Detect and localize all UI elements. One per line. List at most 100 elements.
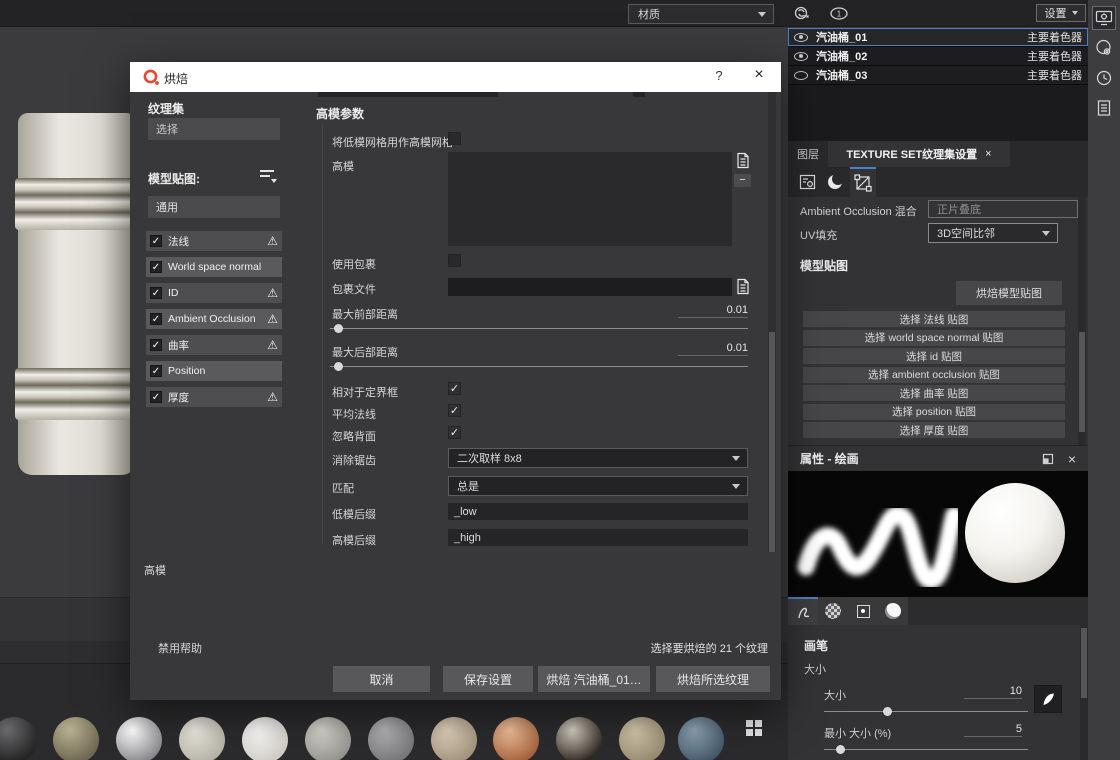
file-browse-icon[interactable] — [736, 152, 750, 169]
brush-tip-button[interactable] — [1034, 685, 1062, 713]
texture-set-row[interactable]: 汽油桶_01 主要着色器 — [788, 28, 1088, 47]
high-poly-list[interactable] — [448, 152, 732, 246]
select-map-button[interactable]: 选择 id 贴图 — [803, 348, 1065, 364]
shader-label[interactable]: 主要着色器 — [1027, 48, 1082, 64]
save-settings-button[interactable]: 保存设置 — [443, 666, 533, 692]
shader-label[interactable]: 主要着色器 — [1027, 29, 1082, 45]
material-thumbnail[interactable] — [242, 717, 288, 760]
viewport-mode-dropdown[interactable]: 材质 — [628, 4, 774, 24]
tab-close-icon[interactable]: × — [985, 148, 991, 160]
eye-visible-icon[interactable] — [794, 32, 808, 42]
material-thumbnail[interactable] — [678, 717, 724, 760]
material-thumbnail[interactable] — [619, 717, 665, 760]
ignore-backface-checkbox[interactable]: ✓ — [448, 426, 461, 439]
checkbox-checked[interactable]: ✓ — [150, 313, 162, 325]
relative-bbox-checkbox[interactable]: ✓ — [448, 382, 461, 395]
high-suffix-field[interactable]: _high — [448, 529, 748, 546]
select-map-button[interactable]: 选择 ambient occlusion 贴图 — [803, 366, 1065, 383]
bake-map-row[interactable]: ✓ World space normal — [146, 257, 282, 277]
max-rear-value[interactable]: 0.01 — [678, 342, 748, 356]
select-map-button[interactable]: 选择 position 贴图 — [803, 403, 1065, 420]
size-value[interactable]: 10 — [964, 685, 1022, 699]
bake-selected-button[interactable]: 烘焙所选纹理 — [656, 666, 770, 692]
material-thumbnail[interactable] — [305, 717, 351, 760]
shelf-grid-view-icon[interactable] — [746, 720, 764, 738]
checkbox-checked[interactable]: ✓ — [150, 391, 162, 403]
filter-sort-icon[interactable] — [258, 168, 278, 184]
uv-padding-dropdown[interactable]: 3D空间比邻 — [928, 223, 1058, 243]
checkbox-checked[interactable]: ✓ — [150, 339, 162, 351]
close-icon[interactable]: × — [748, 66, 770, 88]
material-thumbnail[interactable] — [116, 717, 162, 760]
help-icon[interactable]: ? — [710, 68, 728, 86]
checkbox-checked[interactable]: ✓ — [150, 287, 162, 299]
checkbox-checked[interactable]: ✓ — [150, 235, 162, 247]
dialog-title-bar[interactable]: 烘焙 ? × — [130, 62, 781, 92]
max-rear-slider[interactable] — [330, 362, 748, 371]
bake-map-row[interactable]: ✓ Ambient Occlusion ⚠ — [146, 309, 282, 329]
size-slider[interactable] — [824, 707, 1028, 716]
texture-set-row[interactable]: 汽油桶_03 主要着色器 — [788, 66, 1088, 85]
select-map-button[interactable]: 选择 曲率 贴图 — [803, 385, 1065, 401]
material-sphere-icon[interactable] — [822, 167, 848, 197]
bake-current-button[interactable]: 烘焙 汽油桶_01… — [538, 666, 650, 692]
select-map-button[interactable]: 选择 厚度 贴图 — [803, 422, 1065, 438]
file-browse-icon[interactable] — [736, 278, 750, 295]
model-gas-canister[interactable] — [15, 113, 139, 475]
checkbox-checked[interactable]: ✓ — [150, 365, 162, 377]
use-low-as-high-checkbox[interactable] — [448, 132, 461, 145]
use-cage-checkbox[interactable] — [448, 254, 461, 267]
tab-layers[interactable]: 图层 — [788, 141, 828, 167]
min-size-value[interactable]: 5 — [964, 723, 1022, 737]
texture-set-row[interactable]: 汽油桶_02 主要着色器 — [788, 47, 1088, 66]
max-frontal-slider[interactable] — [330, 324, 748, 333]
bake-map-row[interactable]: ✓ 厚度 ⚠ — [146, 387, 282, 407]
max-frontal-value[interactable]: 0.01 — [678, 304, 748, 318]
mesh-maps-icon[interactable] — [850, 167, 876, 197]
eye-visible-icon[interactable] — [794, 51, 808, 61]
scrollbar[interactable] — [1080, 625, 1088, 760]
stencil-tab[interactable] — [848, 597, 878, 625]
alpha-tab[interactable] — [818, 597, 848, 625]
scrollbar[interactable] — [1078, 197, 1086, 445]
material-tab[interactable] — [878, 597, 908, 625]
average-normals-checkbox[interactable]: ✓ — [448, 404, 461, 417]
antialiasing-dropdown[interactable]: 二次取样 8x8 — [448, 448, 748, 468]
checkbox-checked[interactable]: ✓ — [150, 261, 162, 273]
material-thumbnail[interactable] — [53, 717, 99, 760]
shader-settings-icon[interactable] — [1092, 36, 1116, 60]
select-map-button[interactable]: 选择 world space normal 贴图 — [803, 329, 1065, 346]
channels-settings-icon[interactable] — [794, 167, 820, 197]
material-thumbnail[interactable] — [556, 717, 602, 760]
bake-map-row[interactable]: ✓ ID ⚠ — [146, 283, 282, 303]
log-icon[interactable] — [1092, 96, 1116, 120]
display-settings-icon[interactable] — [1092, 6, 1116, 30]
bake-map-row[interactable]: ✓ 曲率 ⚠ — [146, 335, 282, 355]
match-dropdown[interactable]: 总是 — [448, 476, 748, 496]
eye-single-icon[interactable]: 1 — [828, 5, 850, 22]
material-thumbnail[interactable] — [368, 717, 414, 760]
bake-map-row[interactable]: ✓ Position — [146, 361, 282, 381]
bake-mesh-maps-button[interactable]: 烘焙模型贴图 — [956, 281, 1062, 305]
bake-map-row[interactable]: ✓ 法线 ⚠ — [146, 231, 282, 251]
close-icon[interactable]: × — [1068, 451, 1076, 467]
preset-common[interactable]: 通用 — [148, 196, 280, 218]
remove-icon[interactable]: − — [734, 174, 751, 187]
history-icon[interactable] — [1092, 66, 1116, 90]
dialog-scrollbar[interactable] — [768, 92, 776, 552]
select-map-button[interactable]: 选择 法线 贴图 — [803, 311, 1065, 327]
material-thumbnail[interactable] — [431, 717, 477, 760]
shader-label[interactable]: 主要着色器 — [1027, 67, 1082, 83]
eye-hidden-icon[interactable] — [794, 70, 808, 80]
material-thumbnail[interactable] — [493, 717, 539, 760]
sync-visibility-icon[interactable] — [792, 5, 812, 22]
low-suffix-field[interactable]: _low — [448, 503, 748, 520]
settings-dropdown-button[interactable]: 设置 — [1036, 4, 1086, 22]
cage-file-field[interactable] — [448, 278, 732, 296]
disable-help-label[interactable]: 禁用帮助 — [158, 640, 202, 656]
material-thumbnail[interactable] — [179, 717, 225, 760]
brush-tab[interactable] — [788, 597, 818, 625]
min-size-slider[interactable] — [824, 745, 1028, 754]
texture-set-select[interactable]: 选择 — [148, 118, 280, 140]
tab-texture-set-settings[interactable]: TEXTURE SET纹理集设置 × — [828, 141, 1010, 167]
